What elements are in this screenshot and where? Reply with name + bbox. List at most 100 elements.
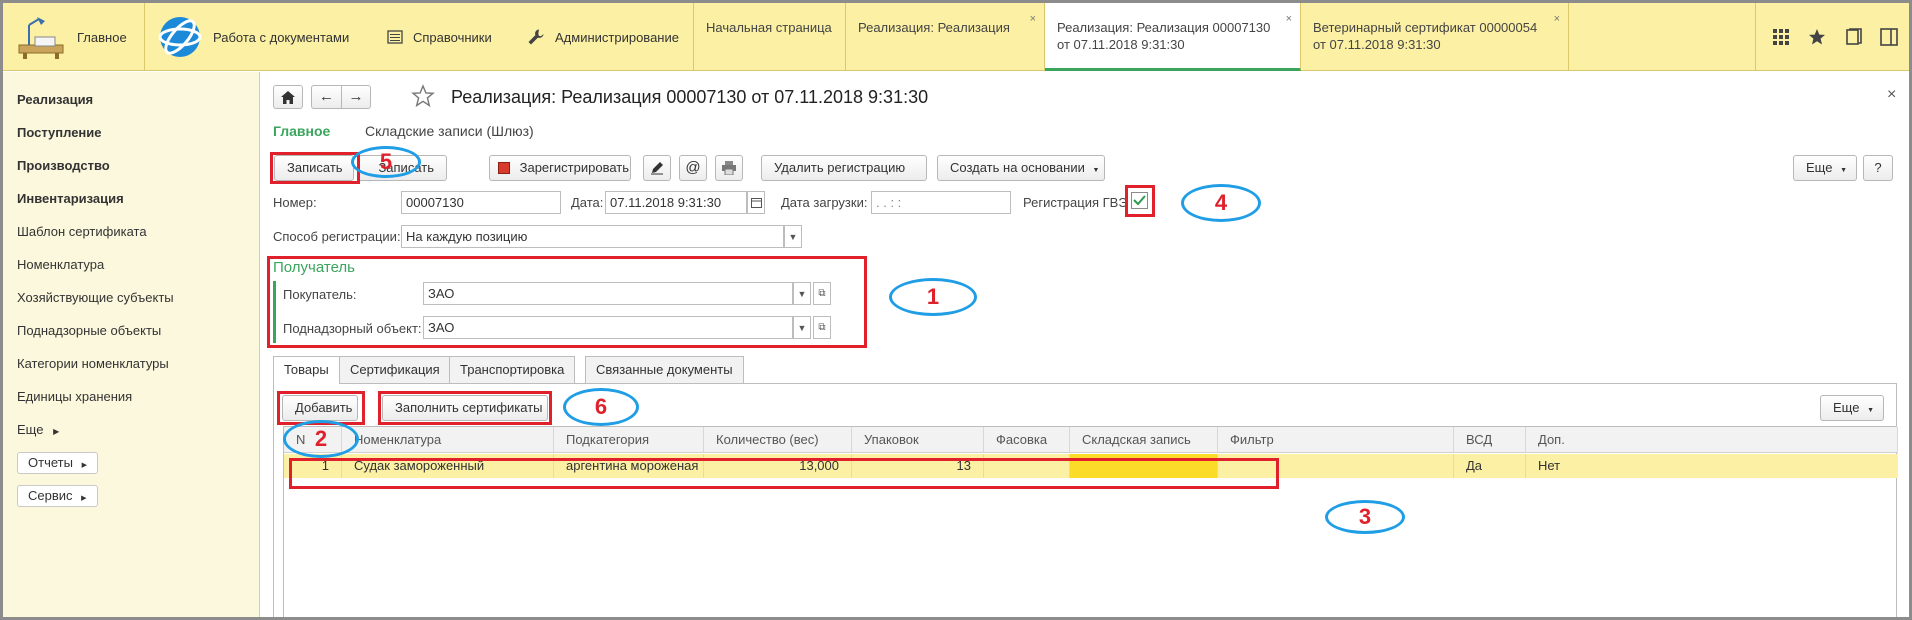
column-header-subcategory[interactable]: Подкатегория	[554, 427, 704, 453]
section-references[interactable]: Справочники	[387, 3, 492, 71]
table-cell-extra[interactable]: Нет	[1526, 454, 1898, 478]
column-header-quantity[interactable]: Количество (вес)	[704, 427, 852, 453]
create-based-on-label: Создать на основании	[950, 160, 1085, 175]
number-field[interactable]: 00007130	[401, 191, 561, 214]
annotation-callout-3: 3	[1325, 500, 1405, 534]
date-field[interactable]: 07.11.2018 9:31:30	[605, 191, 747, 214]
goods-table: N Номенклатура Подкатегория Количество (…	[283, 426, 1898, 617]
house-icon	[281, 90, 295, 104]
triangle-down-icon: ▼	[1092, 167, 1100, 174]
section-stock-records-link[interactable]: Складские записи (Шлюз)	[365, 123, 534, 139]
email-button[interactable]: @	[679, 155, 707, 181]
annotation-callout-2: 2	[283, 420, 359, 458]
favorites-star-icon[interactable]	[1805, 25, 1829, 49]
column-header-filter[interactable]: Фильтр	[1218, 427, 1454, 453]
registration-method-select[interactable]: На каждую позицию	[401, 225, 784, 248]
triangle-right-icon: ▶	[81, 462, 87, 469]
tab-transportation[interactable]: Транспортировка	[449, 356, 576, 383]
favorite-star-outline-icon[interactable]	[411, 84, 435, 111]
annotation-callout-4: 4	[1181, 184, 1261, 222]
calendar-button[interactable]	[747, 191, 765, 214]
sidebar-item-production[interactable]: Производство	[17, 158, 110, 173]
page-title: Реализация: Реализация 00007130 от 07.11…	[451, 87, 929, 107]
tab-vet-certificate-close-icon[interactable]: ×	[1554, 11, 1560, 28]
number-label: Номер:	[273, 195, 317, 210]
triangle-right-icon: ▶	[81, 495, 87, 502]
tab-vet-certificate-line2: от 07.11.2018 9:31:30	[1313, 37, 1441, 52]
tab-sales-document-close-icon[interactable]: ×	[1286, 11, 1292, 28]
date-label: Дата:	[571, 195, 604, 210]
grid-menu-icon[interactable]	[1769, 25, 1793, 49]
sidebar-item-nomenclature[interactable]: Номенклатура	[17, 257, 104, 272]
registration-method-dropdown-button[interactable]: ▼	[784, 225, 802, 248]
document-form: ← → Реализация: Реализация 00007130 от 0…	[261, 72, 1909, 617]
forward-button[interactable]: →	[341, 85, 371, 109]
tab-sales-list-close-icon[interactable]: ×	[1030, 11, 1036, 28]
tab-vet-certificate[interactable]: Ветеринарный сертификат 00000054 от 07.1…	[1301, 3, 1569, 71]
tab-certification[interactable]: Сертификация	[339, 356, 451, 383]
column-header-packages[interactable]: Упаковок	[852, 427, 984, 453]
close-form-icon[interactable]: ×	[1887, 86, 1896, 104]
annotation-box-save	[270, 152, 360, 184]
reports-label: Отчеты	[28, 455, 73, 470]
annotation-box-goods-row	[289, 458, 1279, 489]
sidebar-item-inventory[interactable]: Инвентаризация	[17, 191, 124, 206]
help-button[interactable]: ?	[1863, 155, 1893, 181]
app-window: Главное Работа с документами Справочники…	[0, 0, 1912, 620]
sidebar-item-business-entities[interactable]: Хозяйствующие субъекты	[17, 290, 174, 305]
column-header-stock-record[interactable]: Складская запись	[1070, 427, 1218, 453]
section-admin[interactable]: Администрирование	[527, 3, 679, 71]
sidebar-item-sales[interactable]: Реализация	[17, 92, 93, 107]
section-main-link[interactable]: Главное	[273, 123, 330, 139]
edit-button[interactable]	[643, 155, 671, 181]
sidebar-item-receipts[interactable]: Поступление	[17, 125, 102, 140]
column-header-extra[interactable]: Доп.	[1526, 427, 1898, 453]
home-button[interactable]	[273, 85, 303, 109]
section-documents[interactable]: Работа с документами	[157, 3, 349, 71]
annotation-box-recipient	[267, 256, 867, 348]
arrow-right-icon: →	[348, 88, 364, 105]
window-menu-icon[interactable]	[1877, 25, 1901, 49]
delete-registration-button[interactable]: Удалить регистрацию	[761, 155, 927, 181]
printer-icon	[722, 161, 736, 175]
sidebar-more-label: Еще	[17, 422, 44, 437]
annotation-callout-6: 6	[563, 388, 639, 426]
register-label: Зарегистрировать	[519, 160, 630, 175]
triangle-right-icon: ▶	[53, 427, 60, 436]
sidebar-item-certificate-template[interactable]: Шаблон сертификата	[17, 224, 147, 239]
back-button[interactable]: ←	[311, 85, 341, 109]
home-section[interactable]: Главное	[15, 3, 127, 71]
sidebar-service-button[interactable]: Сервис ▶	[17, 485, 98, 507]
grid-more-button[interactable]: Еще ▼	[1820, 395, 1884, 421]
tab-home-page[interactable]: Начальная страница	[694, 3, 846, 71]
sidebar-reports-button[interactable]: Отчеты ▶	[17, 452, 98, 474]
more-button[interactable]: Еще ▼	[1793, 155, 1857, 181]
column-header-vsd[interactable]: ВСД	[1454, 427, 1526, 453]
sidebar-item-supervised-objects[interactable]: Поднадзорные объекты	[17, 323, 161, 338]
print-button[interactable]	[715, 155, 743, 181]
tab-sales-document[interactable]: Реализация: Реализация 00007130 от 07.11…	[1045, 3, 1301, 71]
pen-icon	[651, 162, 663, 175]
sidebar: Реализация Поступление Производство Инве…	[3, 72, 260, 617]
section-admin-label: Администрирование	[555, 29, 679, 45]
history-icon[interactable]	[1841, 25, 1865, 49]
tab-goods[interactable]: Товары	[273, 356, 340, 384]
tab-sales-list[interactable]: Реализация: Реализация ×	[846, 3, 1045, 71]
column-header-packing[interactable]: Фасовка	[984, 427, 1070, 453]
grid-more-label: Еще	[1833, 400, 1860, 415]
triangle-down-icon: ▼	[1867, 407, 1875, 414]
table-cell-vsd[interactable]: Да	[1454, 454, 1526, 478]
annotation-box-gvz	[1125, 185, 1155, 217]
sidebar-item-more[interactable]: Еще ▶	[17, 422, 59, 437]
sidebar-item-storage-units[interactable]: Единицы хранения	[17, 389, 132, 404]
tab-sales-list-label: Реализация: Реализация	[858, 20, 1010, 35]
home-desk-icon	[15, 15, 67, 59]
sidebar-item-nomenclature-categories[interactable]: Категории номенклатуры	[17, 356, 169, 371]
create-based-on-button[interactable]: Создать на основании ▼	[937, 155, 1105, 181]
arrow-left-icon: ←	[319, 88, 334, 105]
upload-date-label: Дата загрузки:	[781, 195, 868, 210]
upload-date-field[interactable]: . . : :	[871, 191, 1011, 214]
tab-related-documents[interactable]: Связанные документы	[585, 356, 744, 383]
register-button[interactable]: Зарегистрировать	[489, 155, 631, 181]
column-header-nomenclature[interactable]: Номенклатура	[342, 427, 554, 453]
